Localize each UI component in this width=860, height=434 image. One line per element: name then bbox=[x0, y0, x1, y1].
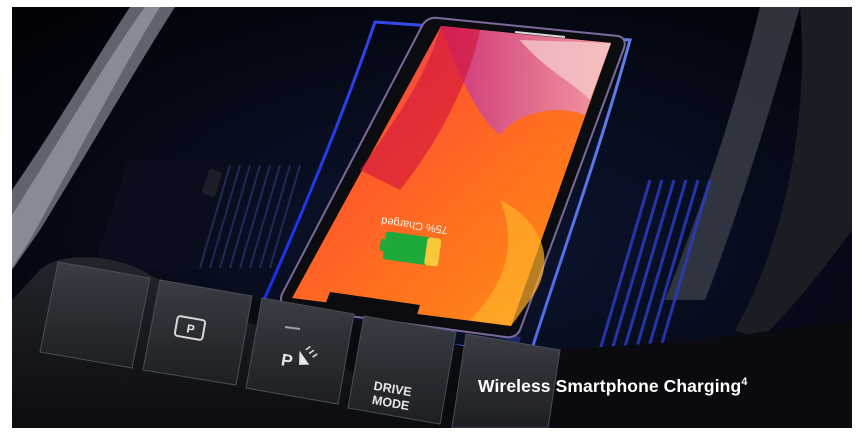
caption-title: Wireless Smartphone Charging bbox=[478, 376, 742, 396]
caption-footnote: 4 bbox=[741, 376, 748, 388]
feature-caption: Wireless Smartphone Charging4 bbox=[478, 376, 747, 397]
rear-sensor-button-shape bbox=[245, 297, 355, 405]
car-console-scene: 75% Charged P P DRIVE MODE Wireless Smar… bbox=[0, 0, 860, 434]
console-illustration: 75% Charged P P DRIVE MODE bbox=[0, 0, 860, 434]
parking-assist-button-shape bbox=[39, 261, 151, 369]
parking-view-button-shape bbox=[142, 279, 253, 386]
